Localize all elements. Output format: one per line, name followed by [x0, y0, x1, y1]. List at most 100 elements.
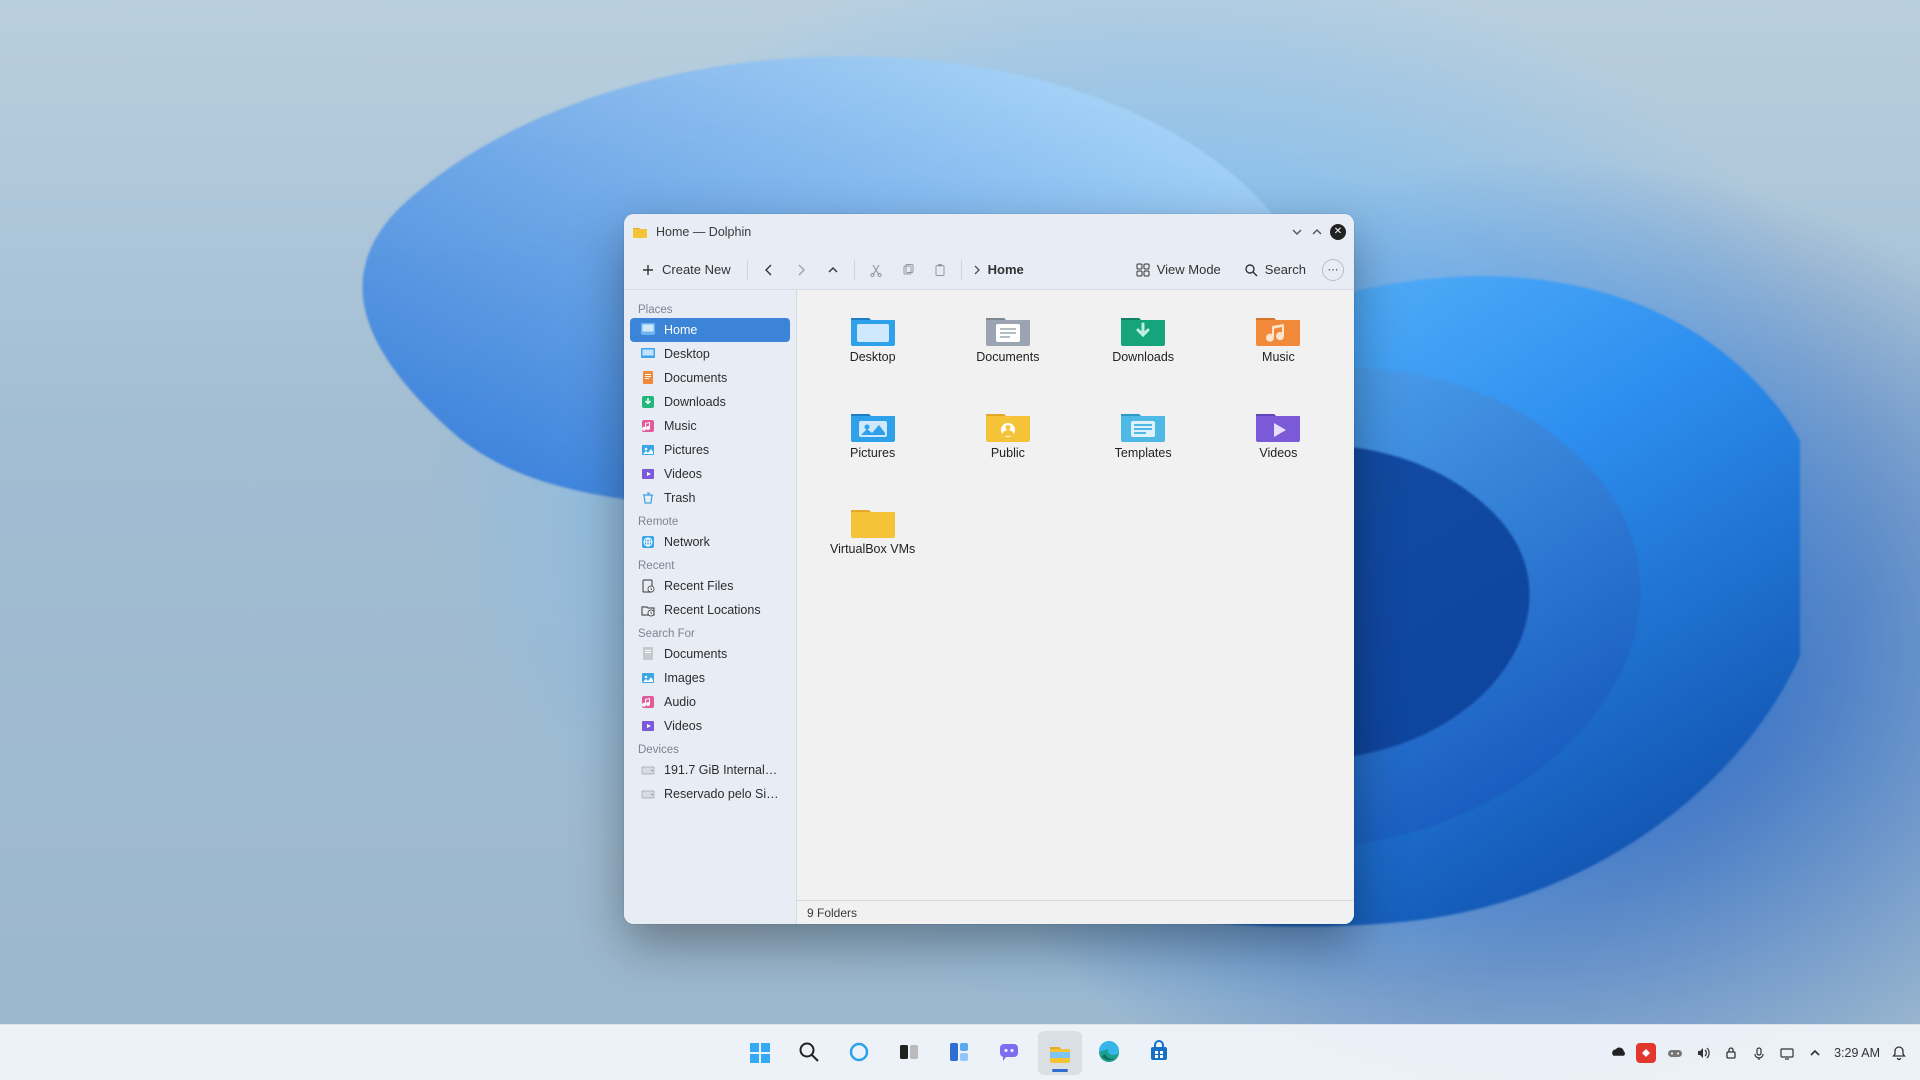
breadcrumb[interactable]: Home: [972, 262, 1024, 277]
microphone-icon[interactable]: [1750, 1044, 1768, 1062]
content-pane[interactable]: Desktop Documents DownloadsMusic Pictures Pu…: [797, 290, 1354, 924]
cut-button[interactable]: [865, 259, 887, 281]
sidebar-item-network[interactable]: Network: [630, 530, 790, 554]
taskbar-center: [738, 1031, 1182, 1075]
folder-icon: [1119, 406, 1167, 442]
folder-public[interactable]: Public: [942, 402, 1073, 494]
taskbar-clock[interactable]: 3:29 AM: [1834, 1046, 1880, 1060]
folder-icon: [1254, 406, 1302, 442]
taskbar-cortana[interactable]: [838, 1031, 882, 1075]
folder-label: Documents: [976, 350, 1039, 364]
trash-icon: [640, 490, 656, 506]
sidebar-item-documents-gray[interactable]: Documents: [630, 642, 790, 666]
sidebar-item-recent-files[interactable]: Recent Files: [630, 574, 790, 598]
downloads-icon: [640, 394, 656, 410]
sidebar-item-music[interactable]: Music: [630, 414, 790, 438]
sidebar-item-pictures[interactable]: Images: [630, 666, 790, 690]
sidebar-item-videos[interactable]: Videos: [630, 462, 790, 486]
status-text: 9 Folders: [807, 906, 857, 920]
folder-videos[interactable]: Videos: [1213, 402, 1344, 494]
sidebar-item-trash[interactable]: Trash: [630, 486, 790, 510]
folder-label: Pictures: [850, 446, 895, 460]
forward-button[interactable]: [790, 259, 812, 281]
desktop[interactable]: Home — Dolphin ✕ Create New Hom: [0, 0, 1920, 1080]
sidebar-item-label: Trash: [664, 491, 696, 505]
taskbar-start[interactable]: [738, 1031, 782, 1075]
store-icon: [1147, 1040, 1173, 1066]
folder-documents[interactable]: Documents: [942, 306, 1073, 398]
sidebar[interactable]: Places HomeDesktopDocumentsDownloadsMusi…: [624, 290, 797, 924]
sidebar-item-pictures[interactable]: Pictures: [630, 438, 790, 462]
pictures-icon: [640, 442, 656, 458]
create-new-button[interactable]: Create New: [634, 258, 737, 282]
folder-desktop[interactable]: Desktop: [807, 306, 938, 398]
breadcrumb-current: Home: [988, 262, 1024, 277]
taskbar-explorer[interactable]: [1038, 1031, 1082, 1075]
sidebar-item-downloads[interactable]: Downloads: [630, 390, 790, 414]
explorer-icon: [1047, 1040, 1073, 1066]
taskbar-search[interactable]: [788, 1031, 832, 1075]
lock-icon[interactable]: [1722, 1044, 1740, 1062]
sidebar-item-videos[interactable]: Videos: [630, 714, 790, 738]
sidebar-item-label: Downloads: [664, 395, 726, 409]
search-icon: [1243, 262, 1259, 278]
anydesk-icon[interactable]: [1636, 1043, 1656, 1063]
sidebar-item-home[interactable]: Home: [630, 318, 790, 342]
taskbar-edge[interactable]: [1088, 1031, 1132, 1075]
pictures-icon: [640, 670, 656, 686]
sidebar-item-desktop[interactable]: Desktop: [630, 342, 790, 366]
taskbar: 3:29 AM: [0, 1024, 1920, 1080]
folder-label: VirtualBox VMs: [830, 542, 915, 556]
sidebar-item-documents[interactable]: Documents: [630, 366, 790, 390]
folder-music[interactable]: Music: [1213, 306, 1344, 398]
home-icon: [640, 322, 656, 338]
documents-gray-icon: [640, 646, 656, 662]
documents-icon: [640, 370, 656, 386]
folder-downloads[interactable]: Downloads: [1078, 306, 1209, 398]
close-button[interactable]: ✕: [1330, 224, 1346, 240]
sidebar-item-label: Documents: [664, 371, 727, 385]
network-icon[interactable]: [1778, 1044, 1796, 1062]
sidebar-item-label: Reservado pelo Si…: [664, 787, 779, 801]
dolphin-window: Home — Dolphin ✕ Create New Hom: [624, 214, 1354, 924]
widgets-icon: [947, 1040, 973, 1066]
sidebar-item-music[interactable]: Audio: [630, 690, 790, 714]
folder-icon: [984, 406, 1032, 442]
sidebar-item-drive[interactable]: 191.7 GiB Internal …: [630, 758, 790, 782]
search-button[interactable]: Search: [1237, 258, 1312, 282]
folder-templates[interactable]: Templates: [1078, 402, 1209, 494]
titlebar[interactable]: Home — Dolphin ✕: [624, 214, 1354, 250]
taskbar-taskview[interactable]: [888, 1031, 932, 1075]
folder-pictures[interactable]: Pictures: [807, 402, 938, 494]
minimize-button[interactable]: [1290, 225, 1304, 239]
videos-icon: [640, 718, 656, 734]
volume-icon[interactable]: [1694, 1044, 1712, 1062]
notifications-icon[interactable]: [1890, 1044, 1908, 1062]
search-icon: [797, 1040, 823, 1066]
folder-label: Public: [991, 446, 1025, 460]
tray-chevron-up-icon[interactable]: [1806, 1044, 1824, 1062]
onedrive-icon[interactable]: [1608, 1044, 1626, 1062]
chevron-right-icon: [972, 265, 982, 275]
maximize-button[interactable]: [1310, 225, 1324, 239]
separator: [961, 260, 962, 280]
taskbar-chat[interactable]: [988, 1031, 1032, 1075]
sidebar-item-label: Desktop: [664, 347, 710, 361]
folder-plain[interactable]: VirtualBox VMs: [807, 498, 938, 590]
more-button[interactable]: ⋯: [1322, 259, 1344, 281]
taskbar-widgets[interactable]: [938, 1031, 982, 1075]
folder-icon: [1119, 310, 1167, 346]
sidebar-item-drive[interactable]: Reservado pelo Si…: [630, 782, 790, 806]
copy-button[interactable]: [897, 259, 919, 281]
back-button[interactable]: [758, 259, 780, 281]
up-button[interactable]: [822, 259, 844, 281]
taskbar-store[interactable]: [1138, 1031, 1182, 1075]
music-icon: [640, 694, 656, 710]
edge-icon: [1097, 1040, 1123, 1066]
gamepad-icon[interactable]: [1666, 1044, 1684, 1062]
system-tray: 3:29 AM: [1608, 1043, 1908, 1063]
sidebar-item-recent-locations[interactable]: Recent Locations: [630, 598, 790, 622]
sidebar-item-label: Pictures: [664, 443, 709, 457]
paste-button[interactable]: [929, 259, 951, 281]
view-mode-button[interactable]: View Mode: [1129, 258, 1227, 282]
